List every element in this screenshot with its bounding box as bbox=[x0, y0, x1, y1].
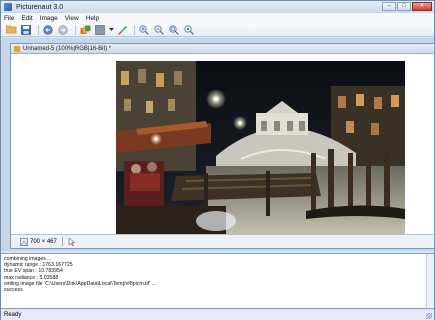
log-panel: combining images ... dynamic range : 176… bbox=[1, 253, 434, 309]
open-folder-icon[interactable] bbox=[5, 24, 17, 35]
minimize-button[interactable]: – bbox=[382, 2, 396, 11]
status-bar: Ready bbox=[1, 310, 434, 320]
zoom-out-icon[interactable] bbox=[153, 24, 165, 35]
mdi-workspace: Unnamed-5 (100%|RGB|16-Bit) * 700 × 467 bbox=[1, 38, 435, 251]
document-status-bar: 700 × 467 bbox=[11, 234, 434, 248]
dropdown-arrow-icon[interactable] bbox=[109, 24, 114, 35]
image-canvas[interactable] bbox=[11, 53, 434, 234]
menu-view[interactable]: View bbox=[65, 15, 79, 22]
menu-edit[interactable]: Edit bbox=[21, 15, 32, 22]
document-icon bbox=[14, 45, 20, 52]
zoom-fit-icon[interactable] bbox=[168, 24, 180, 35]
status-text: Ready bbox=[4, 312, 22, 318]
menu-help[interactable]: Help bbox=[86, 15, 99, 22]
menu-bar: File Edit Image View Help bbox=[1, 13, 434, 23]
resize-grip-icon[interactable] bbox=[426, 313, 432, 319]
document-title: Unnamed-5 (100%|RGB|16-Bit) * bbox=[23, 45, 112, 52]
log-line: success bbox=[4, 287, 23, 294]
maximize-button[interactable]: □ bbox=[397, 2, 411, 11]
window-controls: – □ ✕ bbox=[382, 2, 432, 11]
hdr-merge-icon[interactable] bbox=[79, 24, 91, 35]
undo-icon[interactable] bbox=[42, 24, 54, 35]
window-title: Picturenaut 3.0 bbox=[16, 3, 64, 11]
hdr-photo bbox=[116, 61, 405, 234]
menu-image[interactable]: Image bbox=[40, 15, 58, 22]
pointer-icon bbox=[68, 236, 76, 246]
app-window: Picturenaut 3.0 – □ ✕ File Edit Image Vi… bbox=[0, 0, 435, 320]
venice-night-scene bbox=[116, 61, 405, 234]
save-icon[interactable] bbox=[20, 24, 32, 35]
app-icon bbox=[4, 3, 12, 11]
document-title-bar[interactable]: Unnamed-5 (100%|RGB|16-Bit) * bbox=[11, 44, 434, 53]
toolbar bbox=[1, 23, 434, 37]
log-scrollbar[interactable] bbox=[426, 254, 434, 308]
log-lines: combining images ... dynamic range : 176… bbox=[4, 256, 424, 293]
toolbar-separator bbox=[75, 24, 76, 35]
redo-icon[interactable] bbox=[57, 24, 69, 35]
toolbar-separator bbox=[38, 24, 39, 35]
zoom-in-icon[interactable] bbox=[138, 24, 150, 35]
image-size-icon bbox=[20, 237, 28, 246]
zoom-actual-icon[interactable] bbox=[183, 24, 195, 35]
status-separator bbox=[61, 237, 63, 246]
menu-file[interactable]: File bbox=[4, 15, 14, 22]
toolbar-separator bbox=[134, 24, 135, 35]
brush-icon[interactable] bbox=[116, 24, 128, 35]
title-bar[interactable]: Picturenaut 3.0 – □ ✕ bbox=[1, 1, 434, 13]
tonemap-icon[interactable] bbox=[94, 24, 106, 35]
image-dimensions: 700 × 467 bbox=[30, 238, 57, 245]
close-button[interactable]: ✕ bbox=[412, 2, 432, 11]
document-window: Unnamed-5 (100%|RGB|16-Bit) * 700 × 467 bbox=[10, 43, 435, 249]
